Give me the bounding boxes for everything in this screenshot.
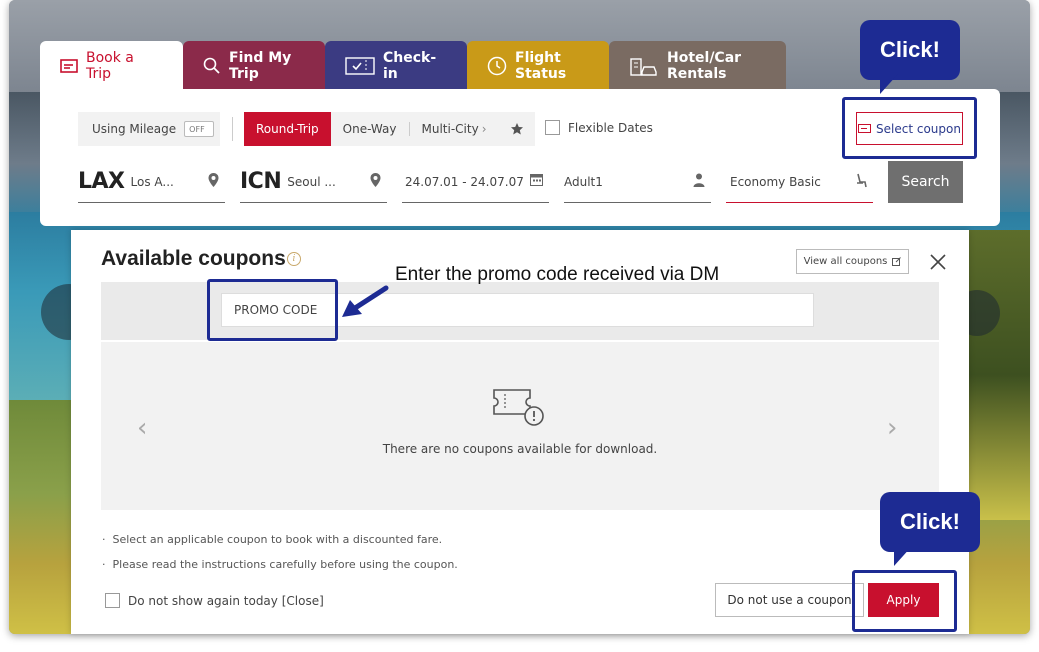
tab-hotel-car-rentals[interactable]: Hotel/Car Rentals: [609, 41, 786, 90]
callout-text: Click!: [900, 509, 960, 534]
tab-flight-status[interactable]: Flight Status: [467, 41, 609, 90]
destination-field[interactable]: ICN Seoul ...: [240, 161, 387, 203]
coupon-next-arrow[interactable]: ›: [887, 413, 897, 443]
origin-field[interactable]: LAX Los A...: [78, 161, 225, 203]
search-button[interactable]: Search: [888, 161, 963, 203]
clock-icon: [487, 56, 507, 75]
cabin-class: Economy Basic: [730, 174, 821, 189]
origin-code: LAX: [78, 169, 125, 194]
do-not-show-checkbox[interactable]: [105, 593, 120, 608]
click-callout-bottom: Click!: [880, 492, 980, 552]
view-all-label: View all coupons: [803, 256, 888, 267]
tab-label: Flight Status: [515, 49, 567, 82]
external-link-icon: [892, 257, 902, 266]
passengers-field[interactable]: Adult1: [564, 161, 711, 203]
boarding-pass-icon: [345, 56, 375, 75]
promo-hint-text: Enter the promo code received via DM: [395, 264, 720, 285]
destination-code: ICN: [240, 169, 282, 194]
do-not-use-coupon-button[interactable]: Do not use a coupon: [715, 583, 864, 617]
origin-city: Los A...: [130, 174, 174, 189]
flexible-dates-checkbox[interactable]: [545, 120, 560, 135]
info-icon[interactable]: i: [287, 252, 301, 266]
location-pin-icon: [370, 173, 381, 187]
click-callout-top: Click!: [860, 20, 960, 80]
one-way-button[interactable]: One-Way: [331, 112, 409, 146]
mileage-toggle[interactable]: OFF: [184, 121, 215, 137]
divider: [232, 117, 233, 141]
cabin-class-field[interactable]: Economy Basic: [726, 161, 873, 203]
round-trip-button[interactable]: Round-Trip: [244, 112, 331, 146]
favorite-button[interactable]: [499, 112, 535, 146]
tab-check-in[interactable]: Check-in: [325, 41, 467, 90]
flexible-dates-option[interactable]: Flexible Dates: [545, 120, 653, 135]
passenger-count: Adult1: [564, 174, 603, 189]
ticket-icon: [60, 58, 78, 73]
travel-dates: 24.07.01 - 24.07.07: [405, 174, 524, 189]
tab-find-my-trip[interactable]: Find My Trip: [183, 41, 325, 90]
tab-label: Find My Trip: [229, 49, 292, 82]
callout-tail: [894, 546, 912, 566]
mileage-toggle-group[interactable]: Using Mileage OFF: [78, 112, 220, 146]
multi-city-button[interactable]: Multi-City ›: [410, 112, 499, 146]
callout-text: Click!: [880, 37, 940, 62]
coupon-notes: Select an applicable coupon to book with…: [102, 527, 458, 577]
chevron-right-icon: ›: [481, 122, 487, 136]
view-all-coupons-button[interactable]: View all coupons: [796, 249, 909, 274]
seat-icon: [857, 173, 867, 188]
arrow-left-icon: [342, 285, 389, 317]
mileage-label: Using Mileage: [92, 122, 177, 136]
tab-label: Book a Trip: [86, 49, 134, 82]
destination-city: Seoul ...: [287, 174, 336, 189]
apply-highlight: [852, 570, 957, 632]
modal-title: Available coupons: [101, 247, 286, 270]
star-icon: [511, 123, 523, 135]
coupons-modal: Available coupons i View all coupons PRO…: [71, 230, 969, 634]
hero-right-edge: [960, 230, 1030, 520]
callout-tail: [880, 74, 898, 94]
multi-city-label: Multi-City: [421, 122, 479, 136]
do-not-show-option[interactable]: Do not show again today [Close]: [105, 593, 324, 608]
tab-label: Hotel/Car Rentals: [667, 49, 742, 82]
do-not-show-label: Do not show again today [Close]: [128, 593, 324, 608]
tab-book-a-trip[interactable]: Book a Trip: [40, 41, 183, 90]
location-pin-icon: [208, 173, 219, 187]
main-tabs: Book a Trip Find My Trip Check-in Flight…: [40, 41, 786, 90]
hotel-car-icon: [630, 57, 657, 76]
note-item: Please read the instructions carefully b…: [102, 552, 458, 577]
calendar-icon: [530, 174, 543, 186]
trip-type-selector: Round-Trip One-Way Multi-City ›: [244, 112, 499, 146]
ticket-warning-icon: [493, 389, 544, 426]
info-glyph: i: [292, 254, 296, 264]
tab-label: Check-in: [383, 49, 437, 82]
promo-code-highlight: [207, 279, 338, 341]
empty-message: There are no coupons available for downl…: [382, 442, 658, 456]
close-icon[interactable]: [928, 252, 948, 272]
note-item: Select an applicable coupon to book with…: [102, 527, 458, 552]
flexible-dates-label: Flexible Dates: [568, 120, 653, 135]
dates-field[interactable]: 24.07.01 - 24.07.07: [402, 161, 549, 203]
search-icon: [203, 57, 220, 74]
select-coupon-highlight: [842, 97, 977, 159]
person-icon: [693, 173, 705, 187]
coupon-prev-arrow[interactable]: ‹: [137, 413, 147, 443]
